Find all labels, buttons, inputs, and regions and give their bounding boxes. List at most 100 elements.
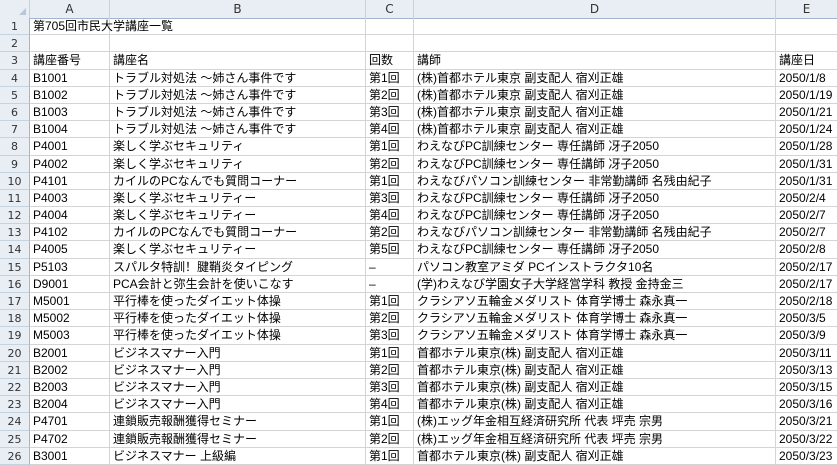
select-all-corner[interactable] xyxy=(0,0,30,18)
cell-b[interactable]: カイルのPCなんでも質問コーナー xyxy=(110,224,366,242)
cell-c[interactable]: 第1回 xyxy=(366,138,414,156)
row-header[interactable]: 23 xyxy=(0,396,30,414)
cell-b[interactable]: スパルタ特訓！腱鞘炎タイピング xyxy=(110,258,366,276)
cell-c[interactable]: 第2回 xyxy=(366,310,414,328)
cell-d[interactable]: クラシアソ五輪金メダリスト 体育学博士 森永真一 xyxy=(414,327,776,345)
row-header[interactable]: 25 xyxy=(0,430,30,448)
cell-d[interactable]: わえなびPC訓練センター 専任講師 冴子2050 xyxy=(414,189,776,208)
cell-d[interactable]: 首都ホテル東京(株) 副支配人 宿刈正雄 xyxy=(414,447,776,465)
cell-c[interactable]: 回数 xyxy=(366,52,414,70)
row-header[interactable]: 18 xyxy=(0,310,30,328)
row-header[interactable]: 13 xyxy=(0,224,30,242)
cell-e[interactable]: 2050/1/19 xyxy=(776,86,838,104)
column-header-d[interactable]: D xyxy=(414,0,776,18)
cell-b[interactable]: ビジネスマナー 上級編 xyxy=(110,447,366,465)
cell-b[interactable]: ビジネスマナー入門 xyxy=(110,396,366,414)
cell-c[interactable]: 第2回 xyxy=(366,155,414,173)
cell-e[interactable]: 2050/2/18 xyxy=(776,293,838,311)
cell-a[interactable]: 講座番号 xyxy=(30,52,110,70)
cell-b[interactable]: トラブル対処法 ～姉さん事件です xyxy=(110,69,366,87)
cell-e[interactable]: 2050/1/21 xyxy=(776,103,838,122)
cell-c[interactable]: – xyxy=(366,258,414,276)
cell-d[interactable]: わえなびパソコン訓練センター 非常勤講師 名残由紀子 xyxy=(414,224,776,242)
cell-c[interactable]: 第1回 xyxy=(366,69,414,87)
cell-c[interactable] xyxy=(366,18,414,36)
cell-c[interactable]: 第3回 xyxy=(366,103,414,122)
cell-e[interactable]: 2050/1/28 xyxy=(776,138,838,156)
row-header[interactable]: 5 xyxy=(0,86,30,104)
cell-d[interactable]: (株)首都ホテル東京 副支配人 宿刈正雄 xyxy=(414,121,776,139)
cell-e[interactable]: 2050/1/31 xyxy=(776,172,838,190)
cell-d[interactable]: わえなびPC訓練センター 専任講師 冴子2050 xyxy=(414,241,776,259)
cell-b[interactable]: カイルのPCなんでも質問コーナー xyxy=(110,172,366,190)
cell-a[interactable]: P5103 xyxy=(30,258,110,276)
cell-a[interactable]: P4701 xyxy=(30,413,110,431)
row-header[interactable]: 14 xyxy=(0,241,30,259)
cell-d[interactable]: わえなびPC訓練センター 専任講師 冴子2050 xyxy=(414,207,776,225)
row-header[interactable]: 11 xyxy=(0,189,30,208)
row-header[interactable]: 20 xyxy=(0,344,30,362)
cell-e[interactable]: 講座日 xyxy=(776,52,838,70)
cell-c[interactable]: 第2回 xyxy=(366,430,414,448)
cell-e[interactable]: 2050/3/22 xyxy=(776,430,838,448)
cell-d[interactable]: クラシアソ五輪金メダリスト 体育学博士 森永真一 xyxy=(414,310,776,328)
cell-e[interactable]: 2050/2/7 xyxy=(776,224,838,242)
cell-a[interactable]: B2001 xyxy=(30,344,110,362)
cell-b[interactable]: 楽しく学ぶセキュリティ xyxy=(110,138,366,156)
cell-e[interactable]: 2050/2/4 xyxy=(776,189,838,208)
cell-c[interactable]: 第4回 xyxy=(366,396,414,414)
cell-e[interactable]: 2050/2/17 xyxy=(776,258,838,276)
column-header-a[interactable]: A xyxy=(30,0,110,18)
row-header[interactable]: 21 xyxy=(0,361,30,379)
cell-e[interactable]: 2050/3/13 xyxy=(776,361,838,379)
cell-b[interactable]: ビジネスマナー入門 xyxy=(110,378,366,397)
cell-a[interactable]: P4102 xyxy=(30,224,110,242)
row-header[interactable]: 22 xyxy=(0,378,30,397)
row-header[interactable]: 24 xyxy=(0,413,30,431)
cell-d[interactable]: わえなびパソコン訓練センター 非常勤講師 名残由紀子 xyxy=(414,172,776,190)
cell-a[interactable]: P4001 xyxy=(30,138,110,156)
cell-a[interactable]: 第705回市民大学講座一覧 xyxy=(30,18,173,36)
cell-a[interactable]: M5002 xyxy=(30,310,110,328)
row-header[interactable]: 15 xyxy=(0,258,30,276)
cell-b[interactable] xyxy=(110,35,366,53)
row-header[interactable]: 6 xyxy=(0,103,30,122)
cell-a[interactable]: P4004 xyxy=(30,207,110,225)
row-header[interactable]: 9 xyxy=(0,155,30,173)
cell-c[interactable]: 第2回 xyxy=(366,86,414,104)
cell-c[interactable] xyxy=(366,35,414,53)
cell-b[interactable]: 楽しく学ぶセキュリティ xyxy=(110,155,366,173)
cell-a[interactable]: M5003 xyxy=(30,327,110,345)
cell-a[interactable]: B2002 xyxy=(30,361,110,379)
cell-b[interactable]: 講座名 xyxy=(110,52,366,70)
cell-d[interactable]: (学)わえなび学園女子大学経営学科 教授 金持金三 xyxy=(414,275,776,293)
cell-d[interactable]: (株)首都ホテル東京 副支配人 宿刈正雄 xyxy=(414,86,776,104)
cell-b[interactable]: ビジネスマナー入門 xyxy=(110,361,366,379)
cell-a[interactable] xyxy=(30,35,110,53)
cell-d[interactable]: 首都ホテル東京(株) 副支配人 宿刈正雄 xyxy=(414,344,776,362)
row-header[interactable]: 26 xyxy=(0,447,30,465)
cell-c[interactable]: 第1回 xyxy=(366,447,414,465)
cell-a[interactable]: M5001 xyxy=(30,293,110,311)
cell-b[interactable]: 連鎖販売報酬獲得セミナー xyxy=(110,430,366,448)
cell-b[interactable]: 平行棒を使ったダイエット体操 xyxy=(110,327,366,345)
cell-d[interactable]: (株)エッグ年金相互経済研究所 代表 坪売 宗男 xyxy=(414,430,776,448)
cell-b[interactable]: 平行棒を使ったダイエット体操 xyxy=(110,310,366,328)
cell-e[interactable]: 2050/1/24 xyxy=(776,121,838,139)
cell-d[interactable]: 首都ホテル東京(株) 副支配人 宿刈正雄 xyxy=(414,396,776,414)
cell-c[interactable]: 第2回 xyxy=(366,224,414,242)
cell-a[interactable]: P4002 xyxy=(30,155,110,173)
cell-d[interactable]: (株)首都ホテル東京 副支配人 宿刈正雄 xyxy=(414,103,776,122)
cell-c[interactable]: 第1回 xyxy=(366,344,414,362)
cell-a[interactable]: P4003 xyxy=(30,189,110,208)
cell-b[interactable]: PCA会計と弥生会計を使いこなす xyxy=(110,275,366,293)
cell-e[interactable]: 2050/3/15 xyxy=(776,378,838,397)
cell-a[interactable]: P4702 xyxy=(30,430,110,448)
cell-e[interactable]: 2050/3/11 xyxy=(776,344,838,362)
cell-e[interactable]: 2050/3/9 xyxy=(776,327,838,345)
cell-a[interactable]: B1002 xyxy=(30,86,110,104)
row-header[interactable]: 19 xyxy=(0,327,30,345)
cell-e[interactable]: 2050/3/16 xyxy=(776,396,838,414)
row-header[interactable]: 12 xyxy=(0,207,30,225)
cell-a[interactable]: B2004 xyxy=(30,396,110,414)
